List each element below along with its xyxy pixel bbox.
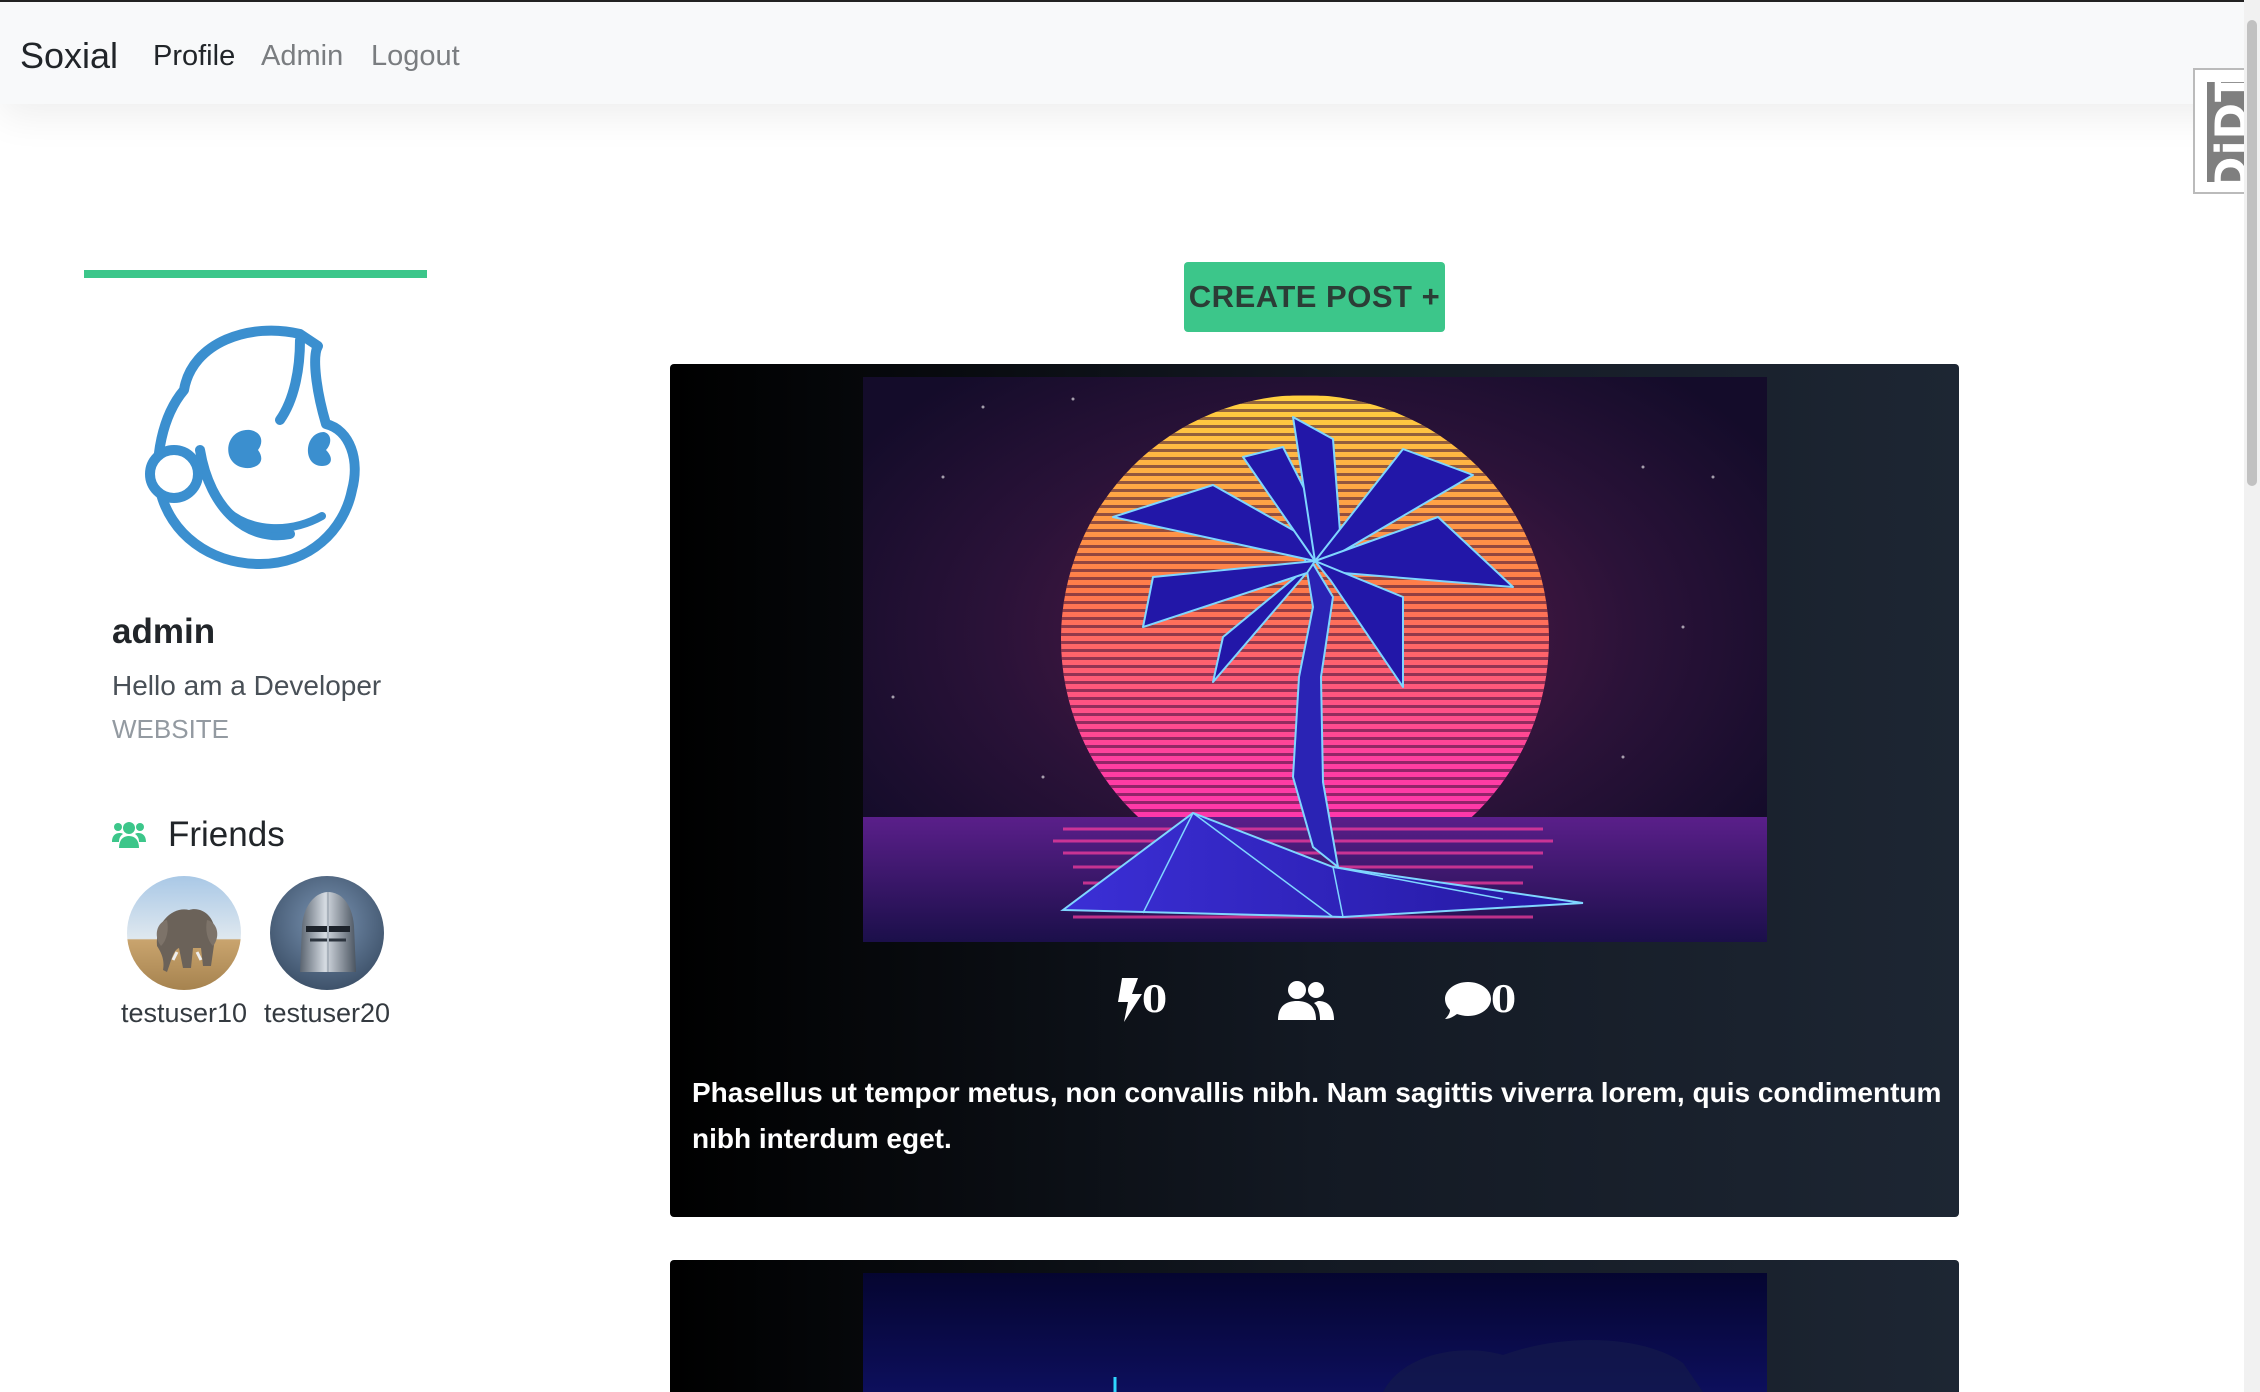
friend-avatar-elephant[interactable] — [127, 876, 241, 990]
friends-heading: Friends — [168, 815, 285, 854]
users-icon — [1278, 981, 1334, 1020]
comment-icon — [1445, 982, 1491, 1019]
friend-name[interactable]: testuser20 — [252, 998, 402, 1029]
profile-bio: Hello am a Developer — [112, 670, 382, 701]
post-power-count: 0 — [1142, 979, 1168, 1021]
profile-avatar — [145, 325, 360, 569]
page-scrollbar[interactable] — [2244, 0, 2260, 1392]
nav-link-profile[interactable]: Profile — [153, 40, 235, 73]
post-image[interactable] — [863, 1273, 1767, 1392]
post-power-stat[interactable]: 0 — [1118, 976, 1167, 1036]
friend-name[interactable]: testuser10 — [109, 998, 259, 1029]
post-friends-stat[interactable] — [1278, 976, 1334, 1036]
friend-avatar-knight[interactable] — [270, 876, 384, 990]
brand-logo[interactable]: Soxial — [20, 35, 118, 77]
profile-username: admin — [112, 612, 216, 651]
post-comment-count: 0 — [1491, 979, 1517, 1021]
post-stats: 0 0 — [670, 976, 1959, 1036]
lightning-icon — [1118, 978, 1142, 1022]
profile-accent-line — [84, 270, 427, 278]
navbar: Soxial Profile Admin Logout — [0, 0, 2260, 104]
post-card: 0 0 Phasellus ut tempor metus, non conva… — [670, 364, 1959, 1217]
friends-icon — [112, 822, 146, 848]
nav-link-logout[interactable]: Logout — [371, 40, 460, 73]
post-body: Phasellus ut tempor metus, non convallis… — [692, 1077, 1942, 1154]
post-comments-stat[interactable]: 0 — [1445, 976, 1516, 1036]
create-post-button[interactable]: CREATE POST + — [1184, 262, 1445, 332]
friend-item[interactable]: testuser20 — [252, 876, 402, 1029]
post-image[interactable] — [863, 377, 1767, 942]
profile-website-link[interactable]: WEBSITE — [112, 714, 229, 745]
scrollbar-thumb[interactable] — [2247, 20, 2257, 486]
nav-link-admin[interactable]: Admin — [261, 40, 343, 73]
post-card — [670, 1260, 1959, 1392]
friend-item[interactable]: testuser10 — [109, 876, 259, 1029]
